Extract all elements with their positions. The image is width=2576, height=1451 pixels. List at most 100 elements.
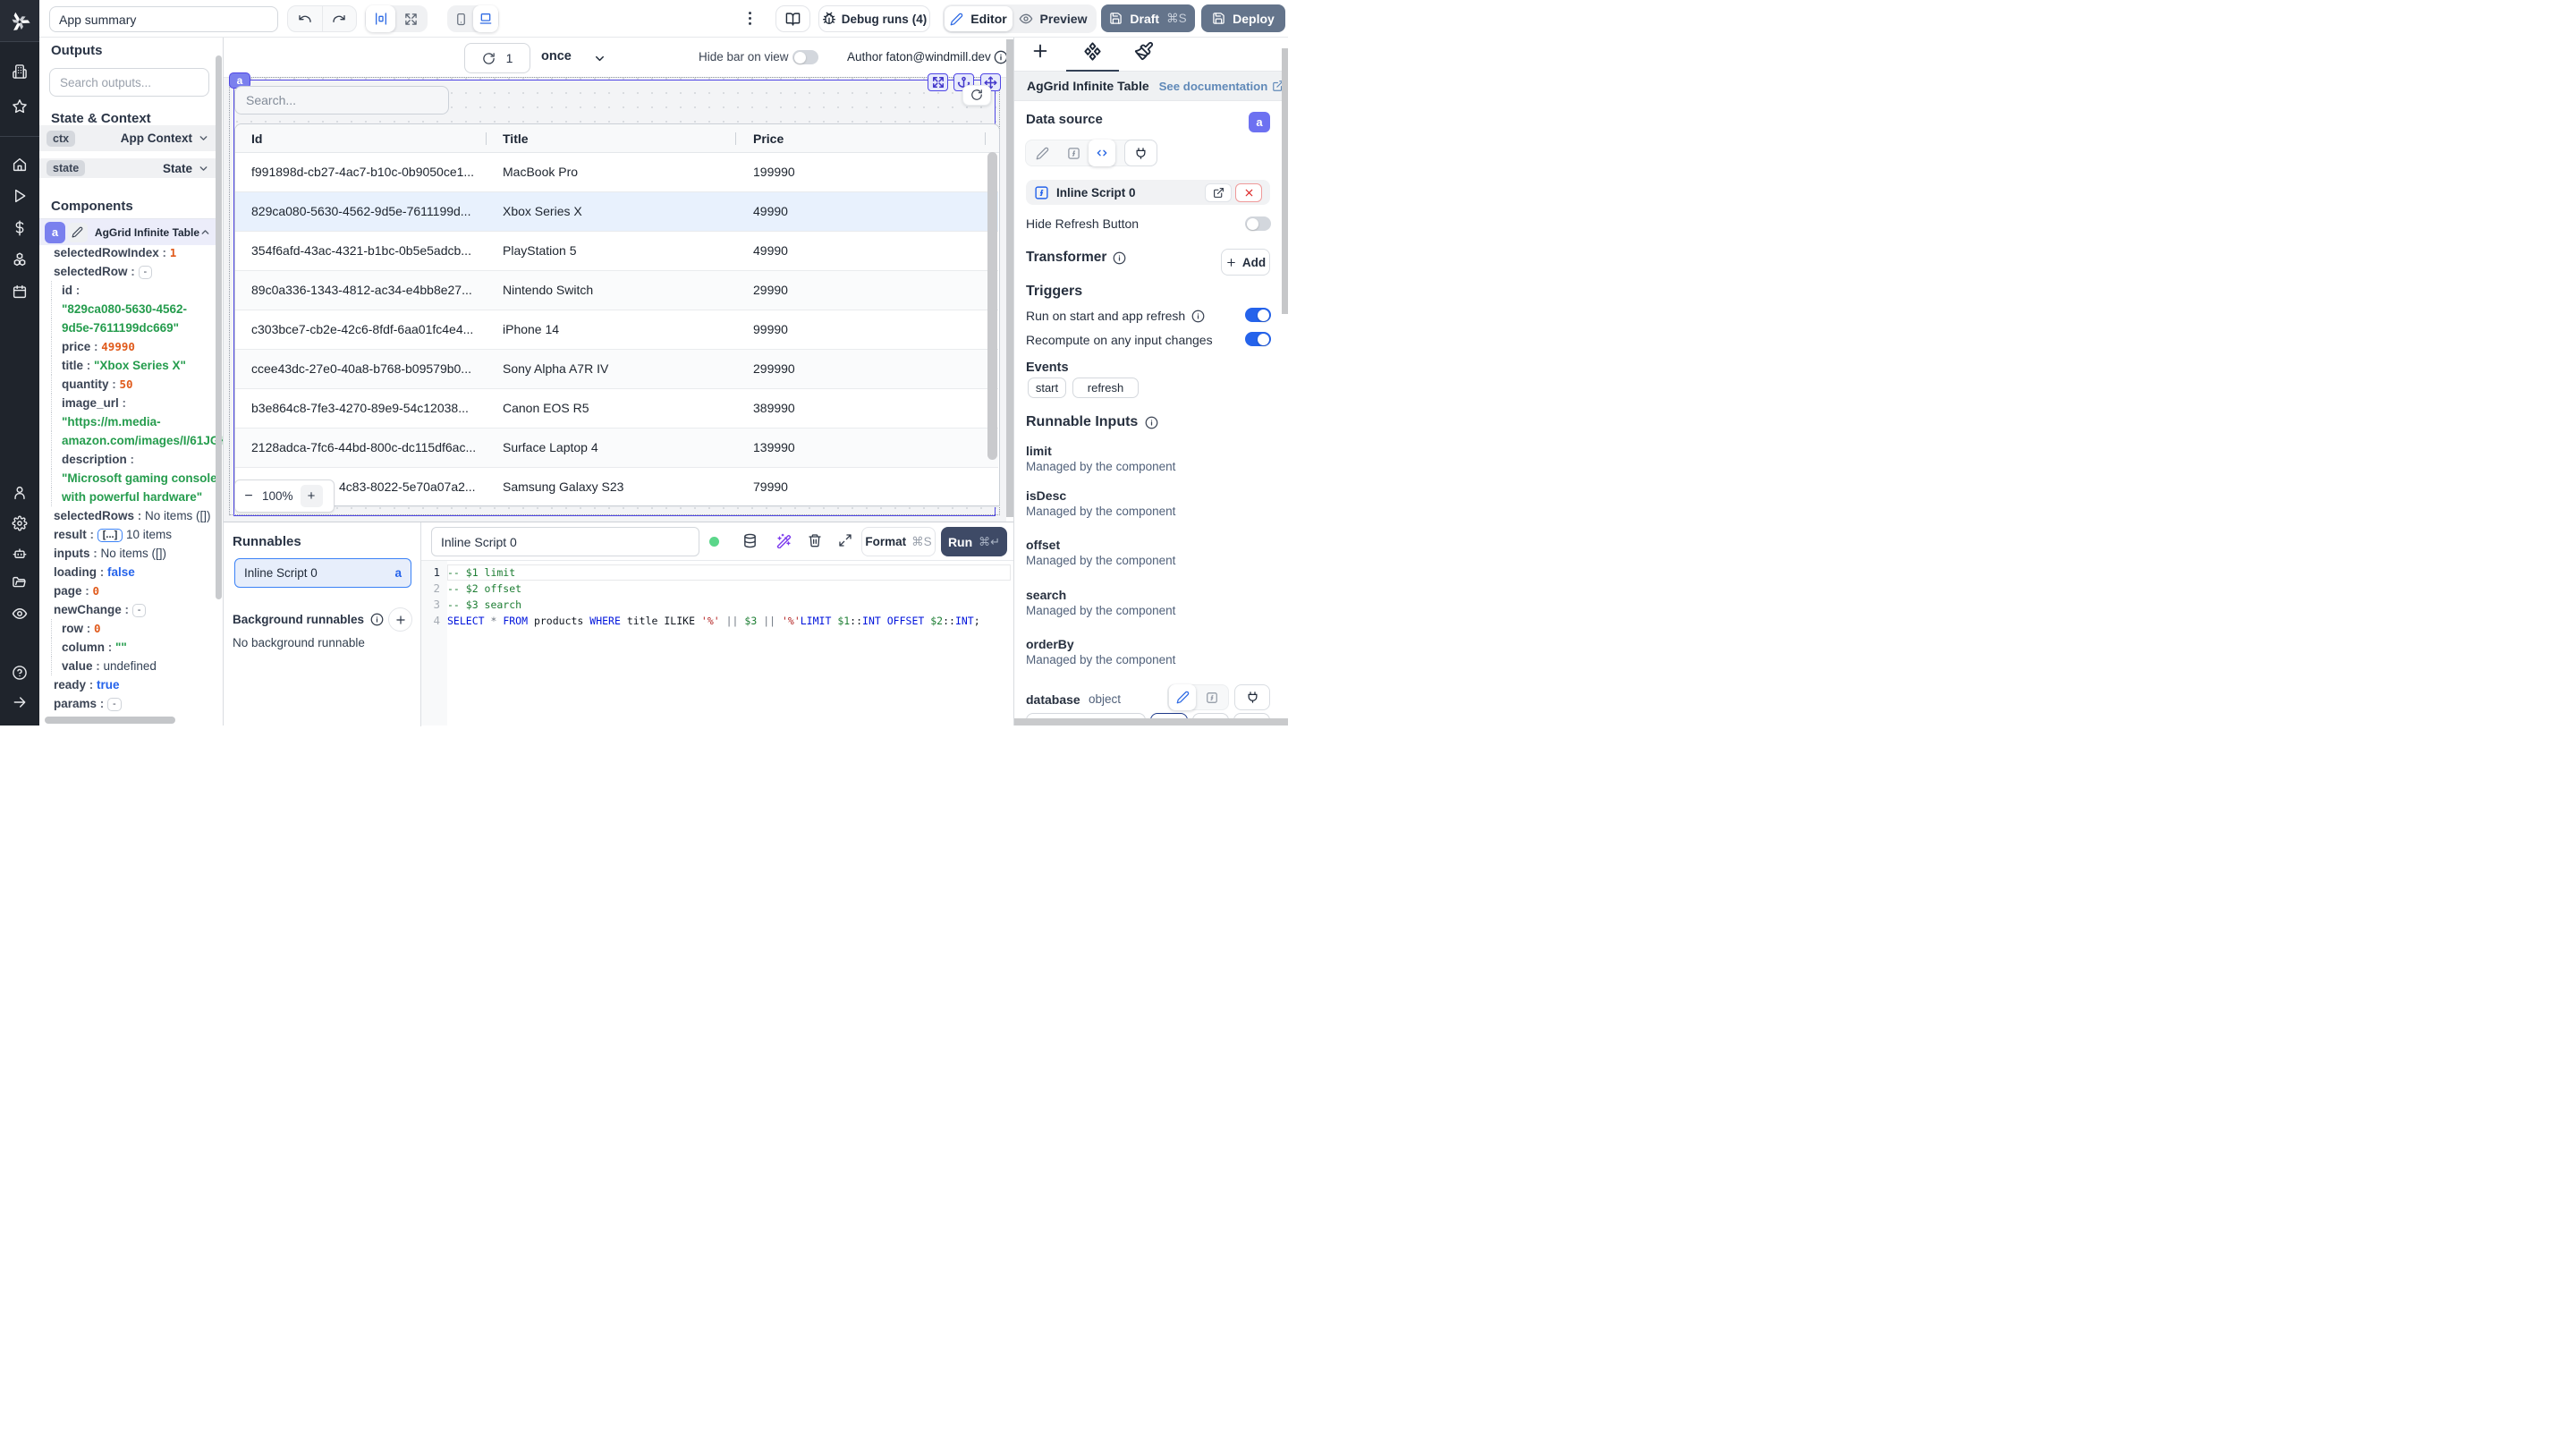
output-tree-row[interactable]: price : 49990 [39, 337, 218, 356]
code-mode-icon[interactable] [1089, 140, 1115, 166]
output-tree-row[interactable]: amazon.com/images/I/61JGKho [39, 431, 223, 450]
expand-layout-button[interactable] [395, 5, 426, 32]
sidebar-collapse-icon[interactable] [13, 695, 28, 710]
state-row[interactable]: state State [39, 158, 216, 178]
refresh-mode-chevron-icon[interactable] [593, 52, 606, 65]
table-row[interactable]: b3e864c8-7fe3-4270-89e9-54c12038... Canon… [235, 389, 998, 429]
undo-button[interactable] [288, 5, 323, 32]
outputs-horizontal-scrollbar[interactable] [45, 717, 175, 724]
template-mode-icon[interactable] [1059, 147, 1089, 160]
output-tree-row[interactable]: "https://m.media- [39, 412, 218, 431]
format-button[interactable]: Format ⌘S [861, 527, 936, 556]
output-tree-row[interactable]: id : [39, 281, 218, 300]
sidebar-runs-icon[interactable] [13, 189, 28, 204]
column-header-id[interactable]: Id [251, 132, 262, 146]
table-row[interactable]: ccee43dc-27e0-40a8-b768-b09579b0... Sony … [235, 350, 998, 389]
search-outputs-input[interactable]: Search outputs... [49, 68, 209, 97]
component-row[interactable]: a AgGrid Infinite Table [39, 218, 216, 245]
component-refresh-button[interactable] [962, 84, 991, 106]
docs-button[interactable] [775, 5, 810, 32]
sidebar-user-icon[interactable] [13, 486, 28, 501]
output-tree-row[interactable]: loading : false [39, 563, 218, 581]
preview-tab[interactable]: Preview [1013, 5, 1093, 32]
open-script-button[interactable] [1205, 182, 1232, 202]
refresh-interval-control[interactable]: 1 [464, 43, 530, 73]
transformer-info-icon[interactable] [1113, 251, 1126, 265]
sidebar-resources-icon[interactable] [12, 251, 28, 267]
sidebar-help-icon[interactable] [13, 666, 28, 681]
delete-script-icon[interactable] [808, 533, 822, 547]
more-menu-icon[interactable] [744, 11, 756, 26]
hide-refresh-toggle[interactable] [1245, 216, 1271, 231]
output-tree-row[interactable]: result : [...] 10 items [39, 525, 218, 544]
table-row[interactable]: 89c0a336-1343-4812-ac34-e4bb8e27... Ninte… [235, 271, 998, 310]
draft-button[interactable]: Draft ⌘S [1101, 4, 1195, 32]
zoom-out-button[interactable]: − [235, 488, 262, 505]
event-start-chip[interactable]: start [1028, 378, 1066, 398]
inline-script-row[interactable]: Inline Script 0 [1026, 180, 1270, 205]
desktop-view-button[interactable] [473, 5, 498, 32]
right-panel-vertical-scrollbar[interactable] [1282, 48, 1288, 314]
sidebar-groups-icon[interactable] [12, 606, 28, 622]
center-layout-button[interactable] [366, 5, 395, 32]
script-name-input[interactable] [431, 527, 699, 556]
hide-bar-toggle[interactable] [792, 50, 818, 64]
windmill-logo-button[interactable] [0, 0, 39, 42]
output-tree-row[interactable]: value : undefined [39, 657, 218, 675]
output-tree-row[interactable]: params : - [39, 694, 218, 713]
delete-script-button[interactable] [1235, 182, 1262, 202]
right-panel-horizontal-scrollbar[interactable] [1014, 718, 1288, 726]
database-connect-button[interactable] [1234, 684, 1270, 710]
zoom-in-button[interactable]: + [300, 485, 323, 507]
mobile-view-button[interactable] [448, 5, 473, 32]
add-transformer-button[interactable]: Add [1221, 249, 1270, 276]
table-vertical-scrollbar[interactable] [987, 152, 997, 460]
database-template-icon[interactable] [1196, 692, 1228, 704]
outputs-tree[interactable]: selectedRowIndex : 1 selectedRow : - id : … [39, 243, 223, 713]
table-row[interactable]: 829ca080-5630-4562-9d5e-7611199d... Xbox … [235, 192, 998, 232]
output-tree-row[interactable]: inputs : No items ([]) [39, 544, 218, 563]
table-row[interactable]: 4c83-8022-5e70a07a2... Samsung Galaxy S23… [235, 468, 998, 507]
sidebar-favorites-icon[interactable] [13, 99, 28, 115]
add-background-runnable-button[interactable] [388, 607, 412, 632]
output-tree-row[interactable]: title : "Xbox Series X" [39, 356, 218, 375]
app-canvas[interactable]: a Search... Id Title Price f991898d-cb27… [224, 72, 1006, 522]
static-mode-icon[interactable] [1026, 147, 1059, 160]
app-summary-input[interactable] [49, 6, 278, 32]
background-runnables-info-icon[interactable] [370, 613, 384, 626]
sidebar-schedules-icon[interactable] [13, 284, 28, 300]
database-static-icon[interactable] [1169, 684, 1196, 710]
output-tree-row[interactable]: selectedRow : - [39, 262, 218, 281]
column-header-price[interactable]: Price [753, 132, 784, 146]
output-tree-row[interactable]: quantity : 50 [39, 375, 218, 394]
runnable-item[interactable]: Inline Script 0 a [234, 558, 411, 588]
output-tree-row[interactable]: image_url : [39, 394, 218, 412]
expand-component-handle[interactable] [928, 73, 948, 91]
output-tree-row[interactable]: column : "" [39, 638, 218, 657]
output-tree-row[interactable]: row : 0 [39, 619, 218, 638]
outputs-vertical-scrollbar[interactable] [216, 55, 222, 599]
output-tree-row[interactable]: ready : true [39, 675, 218, 694]
styling-tab-icon[interactable] [1134, 41, 1154, 61]
table-row[interactable]: f991898d-cb27-4ac7-b10c-0b9050ce1... MacB… [235, 153, 998, 192]
expand-editor-icon[interactable] [838, 533, 852, 547]
output-tree-row[interactable]: newChange : - [39, 600, 218, 619]
deploy-button[interactable]: Deploy [1201, 4, 1285, 32]
insert-component-tab-icon[interactable] [1030, 41, 1050, 61]
run-on-start-toggle[interactable] [1245, 308, 1271, 322]
table-row[interactable]: 2128adca-7fc6-44bd-800c-dc115df6ac... Sur… [235, 429, 998, 468]
table-row[interactable]: 354f6afd-43ac-4321-b1bc-0b5e5adcb... Play… [235, 232, 998, 271]
event-refresh-chip[interactable]: refresh [1072, 378, 1139, 398]
column-header-title[interactable]: Title [503, 132, 529, 146]
output-tree-row[interactable]: 9d5e-7611199dc669" [39, 318, 218, 337]
output-tree-row[interactable]: "829ca080-5630-4562- [39, 300, 218, 318]
table-search-input[interactable]: Search... [234, 86, 449, 115]
ctx-row[interactable]: ctx App Context [39, 125, 216, 151]
redo-button[interactable] [323, 5, 357, 32]
recompute-toggle[interactable] [1245, 332, 1271, 346]
output-tree-row[interactable]: selectedRowIndex : 1 [39, 243, 218, 262]
refresh-mode-label[interactable]: once [541, 49, 572, 64]
table-row[interactable]: c303bce7-cb2e-42c6-8fdf-6aa01fc4e4... iPh… [235, 310, 998, 350]
output-tree-row[interactable]: "Microsoft gaming console [39, 469, 218, 488]
output-tree-row[interactable]: page : 0 [39, 581, 218, 600]
